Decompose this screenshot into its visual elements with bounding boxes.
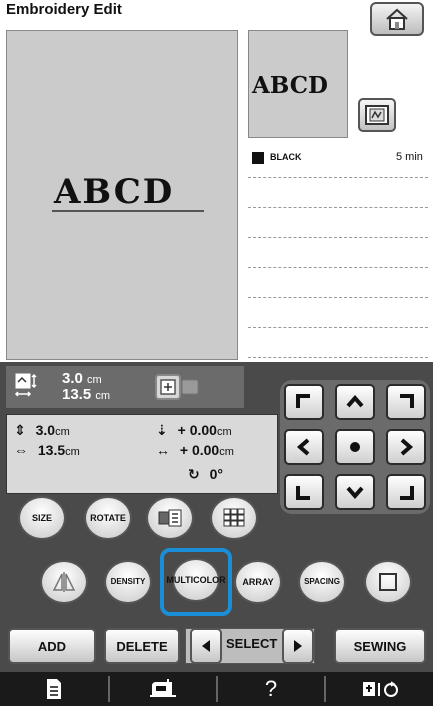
info-unit: cm — [55, 426, 70, 438]
thread-color-list: BLACK 5 min — [248, 148, 428, 362]
horizontal-offset-icon: ↔ — [156, 442, 170, 458]
sewing-time: 5 min — [396, 151, 423, 163]
info-vertical-offset: ⇣ + 0.00cm — [156, 422, 232, 439]
add-button[interactable]: ADD — [8, 628, 96, 664]
size-height-value: 3.0 — [62, 370, 83, 387]
size-unit: cm — [87, 374, 102, 386]
info-height: ⇕ 3.0cm — [14, 422, 70, 439]
move-down-left-button[interactable] — [284, 474, 324, 510]
help-button[interactable]: ? — [218, 672, 324, 706]
arrow-down-left-icon — [296, 486, 310, 500]
info-width: ⇔ 13.5cm — [14, 442, 80, 458]
select-label: SELECT — [226, 636, 278, 651]
multi-color-button[interactable]: MULTI COLOR — [166, 558, 226, 602]
list-item — [248, 178, 428, 208]
thread-color-name: BLACK — [270, 152, 302, 162]
pattern-underline — [52, 210, 204, 212]
machine-button[interactable] — [110, 672, 216, 706]
rotation-icon: ↻ — [188, 466, 200, 482]
spacing-button[interactable]: SPACING — [298, 560, 346, 604]
frame-display-button[interactable] — [358, 98, 396, 132]
size-width-value: 13.5 — [62, 386, 92, 403]
pattern-size-icon — [14, 372, 42, 400]
list-item — [248, 268, 428, 298]
vertical-offset-value: + 0.00 — [177, 422, 217, 438]
width-icon: ⇔ — [14, 442, 28, 458]
move-up-right-button[interactable] — [386, 384, 426, 420]
mirror-button[interactable] — [40, 560, 88, 604]
hoop-display-button[interactable] — [150, 372, 206, 402]
info-unit: cm — [65, 446, 80, 458]
preview-text: ABCD — [252, 72, 328, 99]
sewing-machine-icon — [150, 679, 176, 697]
move-up-button[interactable] — [335, 384, 375, 420]
border-button[interactable] — [146, 496, 194, 540]
move-left-button[interactable] — [284, 429, 324, 465]
list-item — [248, 238, 428, 268]
pattern-grid-button[interactable] — [210, 496, 258, 540]
presser-foot-icon — [362, 681, 398, 697]
move-down-right-button[interactable] — [386, 474, 426, 510]
embroidery-frame-icon — [365, 105, 389, 125]
multi-color-label-line2: COLOR — [193, 575, 226, 585]
height-icon: ⇕ — [14, 422, 26, 438]
arrow-right-icon — [400, 438, 414, 456]
mirror-icon — [52, 572, 76, 592]
sewing-button[interactable]: SEWING — [334, 628, 426, 664]
home-icon — [386, 8, 408, 30]
size-button[interactable]: SIZE — [18, 496, 66, 540]
rotation-value: 0° — [209, 466, 224, 482]
info-width-value: 13.5 — [37, 442, 66, 458]
array-button[interactable]: ARRAY — [234, 560, 282, 604]
info-height-value: 3.0 — [35, 422, 56, 438]
settings-menu-button[interactable] — [0, 672, 108, 706]
select-previous-button[interactable] — [190, 628, 222, 664]
rotate-button[interactable]: ROTATE — [84, 496, 132, 540]
arrow-down-icon — [346, 486, 364, 500]
size-unit: cm — [95, 390, 111, 402]
list-item — [248, 328, 428, 358]
home-button[interactable] — [370, 2, 424, 36]
delete-button[interactable]: DELETE — [104, 628, 180, 664]
direction-pad — [280, 380, 430, 514]
triangle-left-icon — [202, 640, 210, 652]
thread-color-swatch — [252, 152, 264, 164]
multi-color-label-line1: MULTI — [166, 575, 194, 585]
move-down-button[interactable] — [335, 474, 375, 510]
arrow-up-left-icon — [296, 394, 310, 408]
list-item — [248, 208, 428, 238]
page-title: Embroidery Edit — [6, 1, 122, 18]
triangle-right-icon — [294, 640, 302, 652]
info-unit: cm — [216, 426, 232, 438]
info-unit: cm — [219, 446, 234, 458]
document-icon — [47, 679, 61, 699]
size-height: 3.0 cm — [62, 370, 102, 387]
horizontal-offset-value: + 0.00 — [179, 442, 220, 458]
list-item — [248, 298, 428, 328]
info-rotation: ↻ 0° — [188, 466, 223, 483]
move-up-left-button[interactable] — [284, 384, 324, 420]
size-width: 13.5 cm — [62, 386, 110, 403]
center-button[interactable] — [335, 429, 375, 465]
info-horizontal-offset: ↔ + 0.00cm — [156, 442, 234, 458]
center-dot-icon — [350, 442, 360, 452]
arrow-up-icon — [346, 394, 364, 408]
vertical-offset-icon: ⇣ — [156, 422, 168, 438]
list-item[interactable]: BLACK 5 min — [248, 148, 428, 178]
pattern-text[interactable]: ABCD — [54, 172, 174, 212]
select-next-button[interactable] — [282, 628, 314, 664]
grid-icon — [223, 508, 245, 527]
presser-foot-button[interactable] — [326, 672, 433, 706]
arrow-up-right-icon — [400, 394, 414, 408]
hoop-icon — [155, 374, 199, 400]
arrow-down-right-icon — [400, 486, 414, 500]
density-button[interactable]: DENSITY — [104, 560, 152, 604]
arrow-left-icon — [296, 438, 310, 456]
move-right-button[interactable] — [386, 429, 426, 465]
border-frame-button[interactable] — [364, 560, 412, 604]
border-icon — [158, 509, 182, 527]
dotted-frame-icon — [379, 573, 397, 591]
